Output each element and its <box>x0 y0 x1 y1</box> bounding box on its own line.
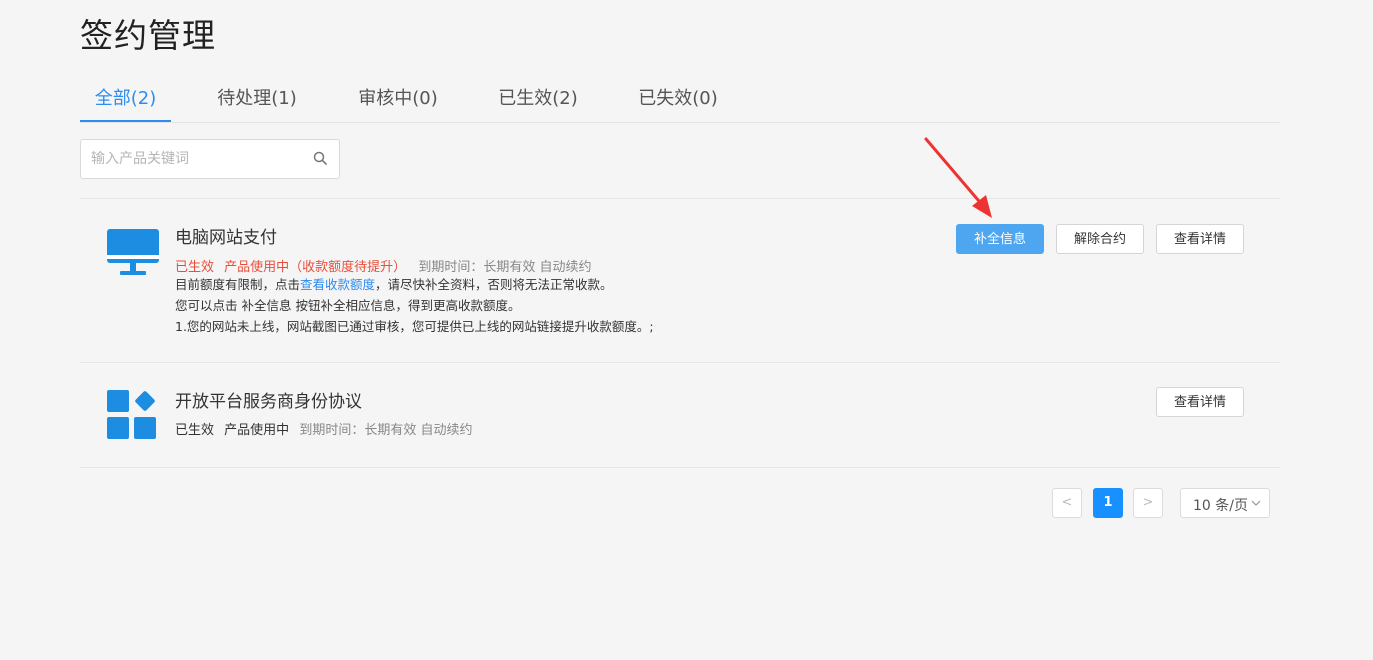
quota-notice: 目前额度有限制，点击查看收款额度，请尽快补全资料，否则将无法正常收款。 <box>175 275 613 295</box>
list-item: 电脑网站支付 已生效 产品使用中（收款额度待提升） 到期时间：长期有效 自动续约… <box>80 199 1280 363</box>
status-badge: 已生效 <box>175 423 215 438</box>
list-item: 开放平台服务商身份协议 已生效 产品使用中 到期时间：长期有效 自动续约 查看详… <box>80 363 1280 468</box>
product-name: 电脑网站支付 <box>175 228 277 248</box>
complete-info-button[interactable]: 补全信息 <box>956 224 1044 254</box>
product-name: 开放平台服务商身份协议 <box>175 392 362 412</box>
tab-reviewing[interactable]: 审核中(0) <box>348 80 448 120</box>
expiry-text: 到期时间：长期有效 自动续约 <box>418 260 592 275</box>
expiry-text: 到期时间：长期有效 自动续约 <box>299 423 473 438</box>
terminate-contract-button[interactable]: 解除合约 <box>1056 224 1144 254</box>
quota-notice-prefix: 目前额度有限制，点击 <box>175 277 301 292</box>
status-line: 已生效 产品使用中 到期时间：长期有效 自动续约 <box>175 419 472 438</box>
tab-bar: 全部(2) 待处理(1) 审核中(0) 已生效(2) 已失效(0) <box>80 80 1280 123</box>
page: 签约管理 全部(2) 待处理(1) 审核中(0) 已生效(2) 已失效(0) 电… <box>0 0 1373 660</box>
quota-notice-suffix: ，请尽快补全资料，否则将无法正常收款。 <box>375 277 613 292</box>
chevron-down-icon <box>1251 500 1261 506</box>
tab-all[interactable]: 全部(2) <box>80 80 171 122</box>
view-details-button[interactable]: 查看详情 <box>1156 387 1244 417</box>
page-title: 签约管理 <box>80 16 216 55</box>
page-size-value: 10 条/页 <box>1193 498 1248 514</box>
complete-info-hint: 您可以点击 补全信息 按钮补全相应信息，得到更高收款额度。 <box>175 298 521 313</box>
app-grid-icon <box>107 390 156 439</box>
review-note: 1.您的网站未上线，网站截图已通过审核，您可提供已上线的网站链接提升收款额度。; <box>175 319 654 334</box>
status-line: 已生效 产品使用中（收款额度待提升） 到期时间：长期有效 自动续约 <box>175 256 591 275</box>
prev-page-button[interactable]: < <box>1052 488 1082 518</box>
usage-status: 产品使用中（收款额度待提升） <box>224 260 407 275</box>
view-details-button[interactable]: 查看详情 <box>1156 224 1244 254</box>
tab-expired[interactable]: 已失效(0) <box>628 80 728 120</box>
search-box <box>80 139 340 179</box>
search-icon[interactable] <box>313 151 327 165</box>
tab-pending[interactable]: 待处理(1) <box>207 80 307 120</box>
view-quota-link[interactable]: 查看收款额度 <box>300 277 375 292</box>
tab-effective[interactable]: 已生效(2) <box>488 80 588 120</box>
usage-status: 产品使用中 <box>224 423 290 438</box>
monitor-icon <box>107 229 159 275</box>
page-1-button[interactable]: 1 <box>1093 488 1123 518</box>
search-input[interactable] <box>91 140 306 178</box>
page-size-select[interactable]: 10 条/页 <box>1180 488 1270 518</box>
status-badge: 已生效 <box>175 260 215 275</box>
next-page-button[interactable]: > <box>1133 488 1163 518</box>
